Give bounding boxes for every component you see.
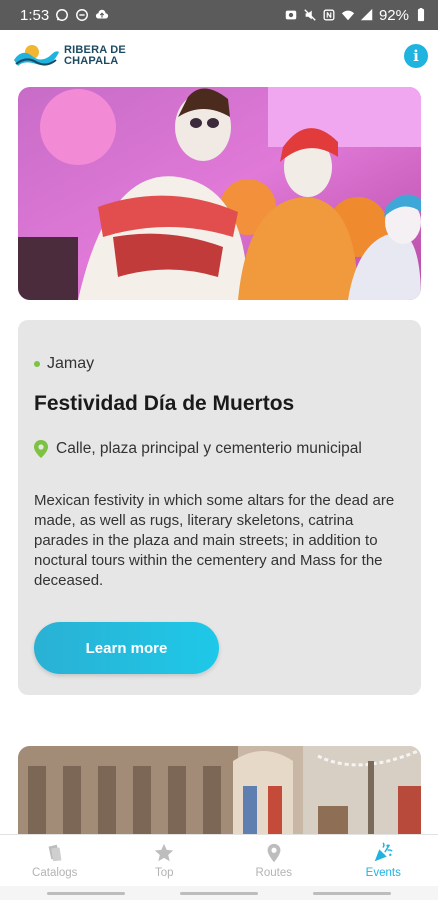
status-right: 92% (284, 7, 428, 24)
logo-text: RIBERA DE CHAPALA (64, 45, 126, 67)
event-title: Festividad Día de Muertos (34, 392, 295, 415)
party-popper-icon (375, 842, 393, 862)
status-left: 1:53 (20, 7, 109, 24)
alarm-icon (284, 8, 298, 22)
screen: 1:53 92% RIBERA DE CHAPALA i Jamay Festi… (0, 0, 438, 900)
catalog-icon (48, 844, 62, 862)
logo-line2: CHAPALA (64, 55, 119, 67)
nav-top-label: Top (154, 867, 174, 879)
nfc-icon (322, 8, 336, 22)
nav-catalogs[interactable]: Catalogs (0, 835, 110, 886)
nav-top[interactable]: Top (110, 835, 220, 886)
system-gesture-bar (0, 886, 438, 900)
info-button[interactable]: i (404, 44, 428, 68)
cloud-upload-icon (95, 8, 109, 22)
event-hero-image[interactable] (18, 87, 421, 300)
app-header: RIBERA DE CHAPALA i (0, 30, 438, 82)
nav-catalogs-label: Catalogs (32, 867, 78, 879)
event-location-label: Calle, plaza principal y cementerio muni… (56, 440, 362, 457)
system-home-bar[interactable] (179, 891, 258, 895)
system-back-bar[interactable] (312, 891, 391, 895)
signal-icon (360, 8, 374, 22)
minus-circle-icon (75, 8, 89, 22)
nav-events[interactable]: Events (329, 835, 438, 886)
learn-more-button[interactable]: Learn more (34, 622, 219, 674)
events-feed[interactable]: Jamay Festividad Día de Muertos Calle, p… (0, 82, 438, 834)
app-logo[interactable]: RIBERA DE CHAPALA (12, 42, 126, 70)
nav-events-label: Events (365, 867, 401, 879)
nav-routes[interactable]: Routes (219, 835, 329, 886)
event-card[interactable]: Jamay Festividad Día de Muertos Calle, p… (18, 320, 421, 695)
mute-icon (303, 8, 317, 22)
event-description: Mexican festivity in which some altars f… (34, 492, 395, 589)
town-dot-icon (34, 361, 40, 367)
map-pin-icon (267, 843, 281, 863)
event-town: Jamay (34, 355, 94, 373)
battery-percent: 92% (378, 6, 409, 24)
next-event-image[interactable] (18, 746, 421, 834)
bottom-navigation: Catalogs Top Routes Events (0, 834, 438, 886)
whatsapp-icon (55, 8, 69, 22)
logo-wave-icon (14, 45, 59, 66)
nav-routes-label: Routes (255, 867, 292, 879)
event-town-label: Jamay (47, 355, 95, 372)
status-time: 1:53 (20, 6, 50, 24)
location-pin-icon (34, 440, 48, 458)
event-location: Calle, plaza principal y cementerio muni… (34, 440, 362, 458)
wifi-icon (341, 8, 355, 22)
battery-icon (414, 8, 428, 22)
system-recents-bar[interactable] (47, 891, 126, 895)
star-icon (155, 843, 174, 862)
info-icon: i (413, 47, 419, 65)
status-bar: 1:53 92% (0, 0, 438, 30)
